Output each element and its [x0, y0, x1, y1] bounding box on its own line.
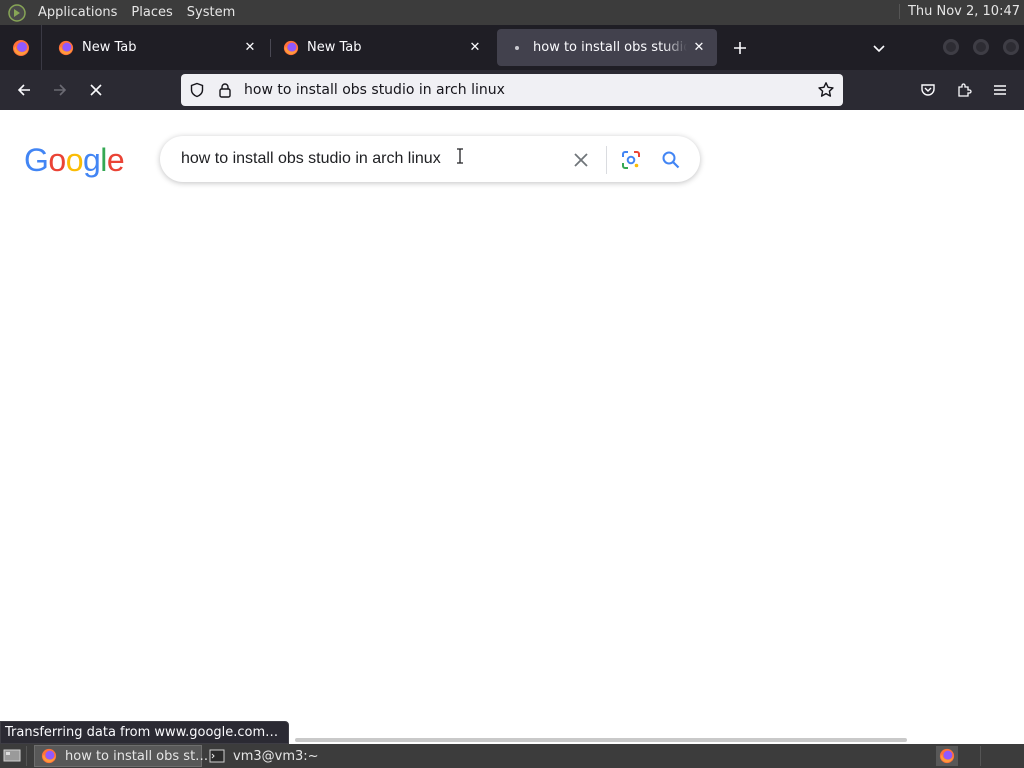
- tab-close-icon[interactable]: ✕: [687, 36, 711, 60]
- taskbar-separator: [980, 746, 981, 766]
- clear-search-button[interactable]: [568, 147, 594, 173]
- stop-loading-button[interactable]: [82, 76, 110, 104]
- status-bar: Transferring data from www.google.com…: [0, 721, 290, 744]
- google-logo-letter: o: [48, 142, 66, 178]
- tab-new-tab-2[interactable]: New Tab ✕: [271, 29, 493, 66]
- menu-applications[interactable]: Applications: [34, 5, 121, 20]
- arrow-right-icon: [54, 84, 67, 96]
- shield-icon[interactable]: [188, 81, 206, 99]
- plus-icon: [734, 42, 746, 54]
- firefox-icon: [12, 39, 29, 56]
- tab-strip: New Tab ✕ New Tab ✕ how to install obs s…: [0, 25, 1024, 70]
- google-logo-letter: g: [82, 142, 101, 178]
- taskbar-task-firefox[interactable]: how to install obs st…: [34, 745, 208, 767]
- firefox-icon: [41, 748, 57, 764]
- horizontal-scrollbar[interactable]: [295, 738, 907, 742]
- bookmark-star-icon[interactable]: [817, 81, 835, 99]
- tab-close-icon[interactable]: ✕: [238, 36, 262, 60]
- google-lens-button[interactable]: [618, 147, 644, 173]
- url-text[interactable]: how to install obs studio in arch linux: [244, 82, 817, 98]
- search-box[interactable]: how to install obs studio in arch linux: [160, 136, 700, 182]
- menu-system[interactable]: System: [183, 5, 239, 20]
- taskbar-task-label: how to install obs st…: [65, 748, 209, 764]
- navigation-toolbar: how to install obs studio in arch linux: [0, 70, 1024, 110]
- chevron-down-icon: [873, 45, 885, 53]
- app-menu-button[interactable]: [986, 76, 1014, 104]
- terminal-icon: [209, 748, 225, 764]
- page-content: Google how to install obs studio in arch…: [0, 110, 1024, 744]
- arrow-left-icon: [17, 84, 30, 96]
- loading-dot-icon: [509, 40, 525, 56]
- google-logo-letter: o: [65, 142, 84, 178]
- clock[interactable]: Thu Nov 2, 10:47: [898, 4, 1020, 19]
- search-icon: [662, 151, 680, 169]
- lens-camera-icon: [622, 151, 640, 169]
- taskbar-separator: [26, 746, 27, 766]
- firefox-view-button[interactable]: [0, 25, 42, 70]
- text-cursor-icon: [456, 148, 464, 168]
- close-window-button[interactable]: [1003, 39, 1019, 55]
- menu-places[interactable]: Places: [127, 5, 176, 20]
- lock-icon[interactable]: [216, 81, 234, 99]
- google-logo-letter: G: [24, 142, 49, 178]
- tray-firefox-icon[interactable]: [936, 746, 958, 766]
- desktop-icon: [3, 749, 21, 762]
- google-logo-letter: e: [106, 142, 125, 178]
- firefox-icon: [283, 40, 299, 56]
- maximize-button[interactable]: [973, 39, 989, 55]
- forward-button[interactable]: [46, 76, 74, 104]
- firefox-icon: [58, 40, 74, 56]
- search-divider: [606, 146, 607, 174]
- mate-logo-icon[interactable]: [6, 2, 28, 24]
- google-logo-letter: l: [100, 142, 107, 178]
- tab-active-search[interactable]: how to install obs studio in arch linux …: [497, 29, 717, 66]
- tab-label: how to install obs studio in arch linux: [533, 40, 687, 55]
- search-input[interactable]: how to install obs studio in arch linux: [181, 150, 441, 168]
- list-all-tabs-button[interactable]: [866, 35, 892, 61]
- search-submit-button[interactable]: [658, 147, 684, 173]
- url-bar[interactable]: how to install obs studio in arch linux: [181, 74, 843, 106]
- tab-new-tab-1[interactable]: New Tab ✕: [46, 29, 268, 66]
- back-button[interactable]: [10, 76, 38, 104]
- puzzle-icon: [958, 83, 972, 97]
- new-tab-button[interactable]: [727, 35, 753, 61]
- extensions-button[interactable]: [950, 76, 978, 104]
- tab-label: New Tab: [307, 40, 362, 55]
- top-panel: Applications Places System Thu Nov 2, 10…: [0, 0, 1024, 25]
- pocket-icon: [921, 84, 935, 96]
- pocket-button[interactable]: [914, 76, 942, 104]
- show-desktop-button[interactable]: [2, 747, 22, 765]
- bottom-taskbar: how to install obs st… vm3@vm3:~: [0, 744, 1024, 768]
- minimize-button[interactable]: [943, 39, 959, 55]
- google-logo[interactable]: Google: [24, 142, 125, 179]
- hamburger-menu-icon: [994, 85, 1006, 95]
- status-text: Transferring data from www.google.com…: [5, 725, 279, 740]
- close-icon: [574, 153, 588, 167]
- tab-close-icon[interactable]: ✕: [463, 36, 487, 60]
- tab-label: New Tab: [82, 40, 137, 55]
- taskbar-task-label: vm3@vm3:~: [233, 748, 319, 764]
- stop-icon: [90, 84, 102, 96]
- taskbar-task-terminal[interactable]: vm3@vm3:~: [203, 745, 363, 767]
